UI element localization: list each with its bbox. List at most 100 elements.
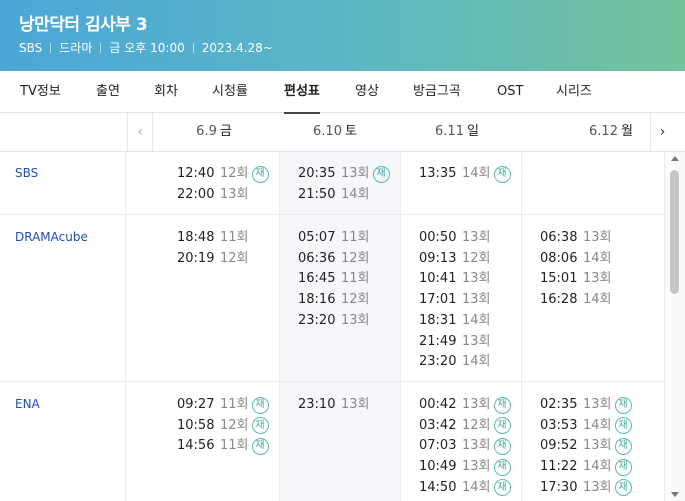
program-header: 낭만닥터 김사부 3 SBS 드라마 금 오후 10:00 2023.4.28~ (0, 0, 685, 71)
schedule-entry[interactable]: 23:10 13회 (298, 395, 370, 415)
schedule-entry[interactable]: 13:35 14회 재 (419, 164, 511, 184)
air-time: 10:58 (177, 417, 215, 433)
episode-number: 14회 (462, 166, 491, 181)
schedule-entry[interactable]: 09:52 13회 재 (540, 436, 632, 456)
tab-2[interactable]: 회차 (154, 71, 178, 113)
schedule-entry[interactable]: 06:36 12회 (298, 249, 370, 269)
scrollbar-thumb[interactable] (670, 170, 679, 294)
air-time: 16:45 (298, 271, 336, 287)
date-header[interactable]: 6.10 토 (295, 113, 375, 151)
tab-7[interactable]: OST (497, 71, 523, 113)
schedule-entry[interactable]: 05:07 11회 (298, 228, 370, 248)
schedule-entry[interactable]: 14:50 14회 재 (419, 478, 511, 498)
schedule-entry[interactable]: 18:16 12회 (298, 290, 370, 310)
air-time: 23:20 (419, 354, 457, 370)
channel-name[interactable]: ENA (15, 397, 40, 411)
schedule-entry[interactable]: 12:40 12회 재 (177, 164, 269, 184)
channel-name[interactable]: SBS (15, 166, 38, 180)
schedule-entry[interactable]: 23:20 14회 (419, 352, 491, 372)
schedule-entry[interactable]: 02:35 13회 재 (540, 395, 632, 415)
tab-5[interactable]: 영상 (355, 71, 379, 113)
date-header[interactable]: 6.9 금 (174, 113, 254, 151)
schedule-entry[interactable]: 16:28 14회 (540, 290, 612, 310)
schedule-entry[interactable]: 18:48 11회 (177, 228, 249, 248)
episode-number: 13회 (583, 479, 612, 495)
column-divider (521, 152, 522, 501)
episode-number: 11회 (220, 438, 249, 454)
date-header[interactable]: 6.12 월 (571, 113, 651, 151)
schedule-entry[interactable]: 18:31 14회 (419, 311, 491, 331)
date-label: 6.12 (589, 124, 618, 139)
air-time: 17:30 (540, 479, 578, 495)
schedule-entry[interactable]: 03:42 12회 재 (419, 416, 511, 436)
episode-number: 14회 (583, 292, 612, 308)
tab-3[interactable]: 시청률 (212, 71, 248, 113)
episode-number: 12회 (341, 250, 370, 266)
schedule-entry[interactable]: 11:22 14회 재 (540, 457, 632, 477)
air-time: 20:19 (177, 250, 215, 266)
chevron-right-icon: › (659, 124, 666, 140)
schedule-entry[interactable]: 10:58 12회 재 (177, 416, 269, 436)
weekday-label: 토 (344, 124, 357, 139)
schedule-entry[interactable]: 06:38 13회 (540, 228, 612, 248)
schedule-entry[interactable]: 20:19 12회 (177, 249, 249, 269)
tab-6[interactable]: 방금그곡 (413, 71, 461, 113)
tab-1[interactable]: 출연 (96, 71, 120, 113)
tab-0[interactable]: TV정보 (20, 71, 61, 113)
scroll-down-arrow-icon[interactable] (671, 492, 679, 497)
next-week-button[interactable]: › (650, 113, 674, 151)
schedule-entry[interactable]: 08:06 14회 (540, 249, 612, 269)
chevron-left-icon: ‹ (137, 124, 143, 140)
rerun-badge-icon: 재 (372, 165, 390, 183)
column-divider (400, 152, 401, 501)
prev-week-button[interactable]: ‹ (127, 113, 153, 151)
air-time: 05:07 (298, 230, 336, 245)
schedule-entry[interactable]: 21:49 13회 (419, 332, 491, 352)
channel-name[interactable]: DRAMAcube (15, 230, 88, 244)
air-time: 20:35 (298, 166, 336, 181)
schedule-entry[interactable]: 22:00 13회 (177, 185, 249, 205)
episode-number: 12회 (462, 417, 491, 433)
air-time: 10:49 (419, 459, 457, 475)
episode-number: 13회 (341, 312, 370, 328)
air-time: 18:48 (177, 230, 215, 245)
meta-channel: SBS (19, 40, 43, 55)
schedule-entry[interactable]: 00:42 13회 재 (419, 395, 511, 415)
rerun-badge-icon: 재 (493, 396, 511, 414)
schedule-entry[interactable]: 03:53 14회 재 (540, 416, 632, 436)
schedule-entry[interactable]: 10:41 13회 (419, 269, 491, 289)
schedule-entry[interactable]: 23:20 13회 (298, 311, 370, 331)
air-time: 23:10 (298, 397, 336, 412)
episode-number: 13회 (583, 438, 612, 454)
air-time: 12:40 (177, 166, 215, 181)
episode-number: 13회 (583, 230, 612, 245)
air-time: 17:01 (419, 292, 457, 308)
schedule-entry[interactable]: 17:01 13회 (419, 290, 491, 310)
schedule-entry[interactable]: 00:50 13회 (419, 228, 491, 248)
schedule-entry[interactable]: 17:30 13회 재 (540, 478, 632, 498)
weekday-label: 월 (620, 124, 633, 139)
schedule-entry[interactable]: 07:03 13회 재 (419, 436, 511, 456)
tab-8[interactable]: 시리즈 (556, 71, 592, 113)
rerun-badge-icon: 재 (614, 458, 632, 476)
schedule-entry[interactable]: 21:50 14회 (298, 185, 370, 205)
schedule-entry[interactable]: 16:45 11회 (298, 269, 370, 289)
episode-number: 11회 (341, 271, 370, 287)
schedule-entry[interactable]: 14:56 11회 재 (177, 436, 269, 456)
episode-number: 11회 (220, 397, 249, 412)
schedule-entry[interactable]: 10:49 13회 재 (419, 457, 511, 477)
scroll-up-arrow-icon[interactable] (671, 156, 679, 161)
air-time: 00:50 (419, 230, 457, 245)
episode-number: 12회 (220, 166, 249, 181)
schedule-entry[interactable]: 20:35 13회 재 (298, 164, 390, 184)
tab-4[interactable]: 편성표 (284, 71, 320, 114)
date-label: 6.11 (435, 124, 464, 139)
date-header[interactable]: 6.11 일 (417, 113, 497, 151)
schedule-entry[interactable]: 09:27 11회 재 (177, 395, 269, 415)
episode-number: 13회 (341, 166, 370, 181)
air-time: 13:35 (419, 166, 457, 181)
episode-number: 12회 (220, 417, 249, 433)
scrollbar[interactable] (664, 152, 685, 501)
schedule-entry[interactable]: 09:13 12회 (419, 249, 491, 269)
schedule-entry[interactable]: 15:01 13회 (540, 269, 612, 289)
